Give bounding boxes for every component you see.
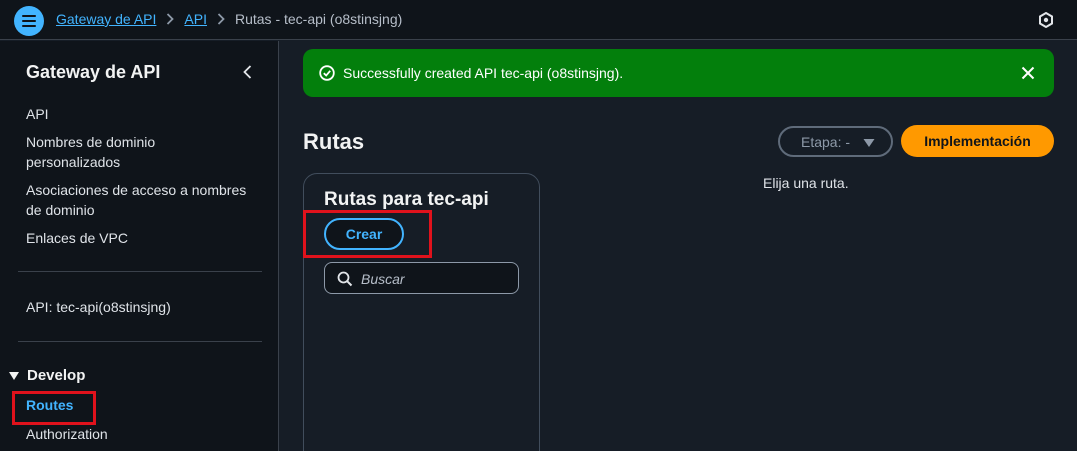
chevron-right-icon <box>217 13 225 25</box>
stage-select[interactable]: Etapa: - <box>778 126 893 157</box>
sidebar-item-current-api[interactable]: API: tec-api(o8stinsjng) <box>26 297 256 317</box>
search-icon <box>337 271 353 287</box>
routes-panel-title: Rutas para tec-api <box>324 189 489 210</box>
sidebar-item-domain-access-associations[interactable]: Asociaciones de acceso a nombres de domi… <box>26 180 256 220</box>
develop-section-label: Develop <box>27 367 86 384</box>
stage-select-value: Etapa: - <box>801 133 851 150</box>
breadcrumb: Gateway de API API Rutas - tec-api (o8st… <box>56 11 402 27</box>
hamburger-icon <box>22 15 36 27</box>
caret-down-icon <box>863 139 875 147</box>
sidebar-title: Gateway de API <box>26 62 161 82</box>
breadcrumb-api-link[interactable]: API <box>184 11 207 27</box>
success-flashbar: Successfully created API tec-api (o8stin… <box>303 49 1054 97</box>
sidebar-item-vpc-links[interactable]: Enlaces de VPC <box>26 228 256 248</box>
chevron-right-icon <box>166 13 175 25</box>
develop-section-toggle[interactable]: Develop <box>8 367 85 384</box>
collapse-sidebar-button[interactable] <box>240 64 256 80</box>
sidebar-divider <box>18 341 262 342</box>
flash-message: Successfully created API tec-api (o8stin… <box>343 65 624 81</box>
chevron-left-icon <box>243 65 252 79</box>
check-circle-icon <box>319 65 335 81</box>
sidebar-divider <box>18 271 262 272</box>
settings-hexagon-icon[interactable] <box>1037 11 1055 29</box>
sidebar-item-routes[interactable]: Routes <box>26 397 73 413</box>
side-navigation: Gateway de API API Nombres de dominio pe… <box>0 41 279 451</box>
route-search-box <box>324 262 519 294</box>
sidebar-item-authorization[interactable]: Authorization <box>26 426 108 442</box>
page-title: Rutas <box>303 129 365 154</box>
sidebar-item-api[interactable]: API <box>26 104 256 124</box>
close-icon <box>1021 66 1035 80</box>
empty-route-hint: Elija una ruta. <box>763 175 849 191</box>
deploy-button[interactable]: Implementación <box>901 125 1054 157</box>
caret-down-icon <box>9 371 19 380</box>
breadcrumb-current-page: Rutas - tec-api (o8stinsjng) <box>234 11 403 27</box>
create-route-button[interactable]: Crear <box>324 218 404 250</box>
top-navigation-bar: Gateway de API API Rutas - tec-api (o8st… <box>0 0 1077 40</box>
route-search-input[interactable] <box>361 269 511 289</box>
menu-button[interactable] <box>14 6 44 36</box>
sidebar-item-custom-domains[interactable]: Nombres de dominio personalizados <box>26 132 226 172</box>
breadcrumb-gateway-link[interactable]: Gateway de API <box>56 11 156 27</box>
dismiss-flash-button[interactable] <box>1019 64 1037 82</box>
